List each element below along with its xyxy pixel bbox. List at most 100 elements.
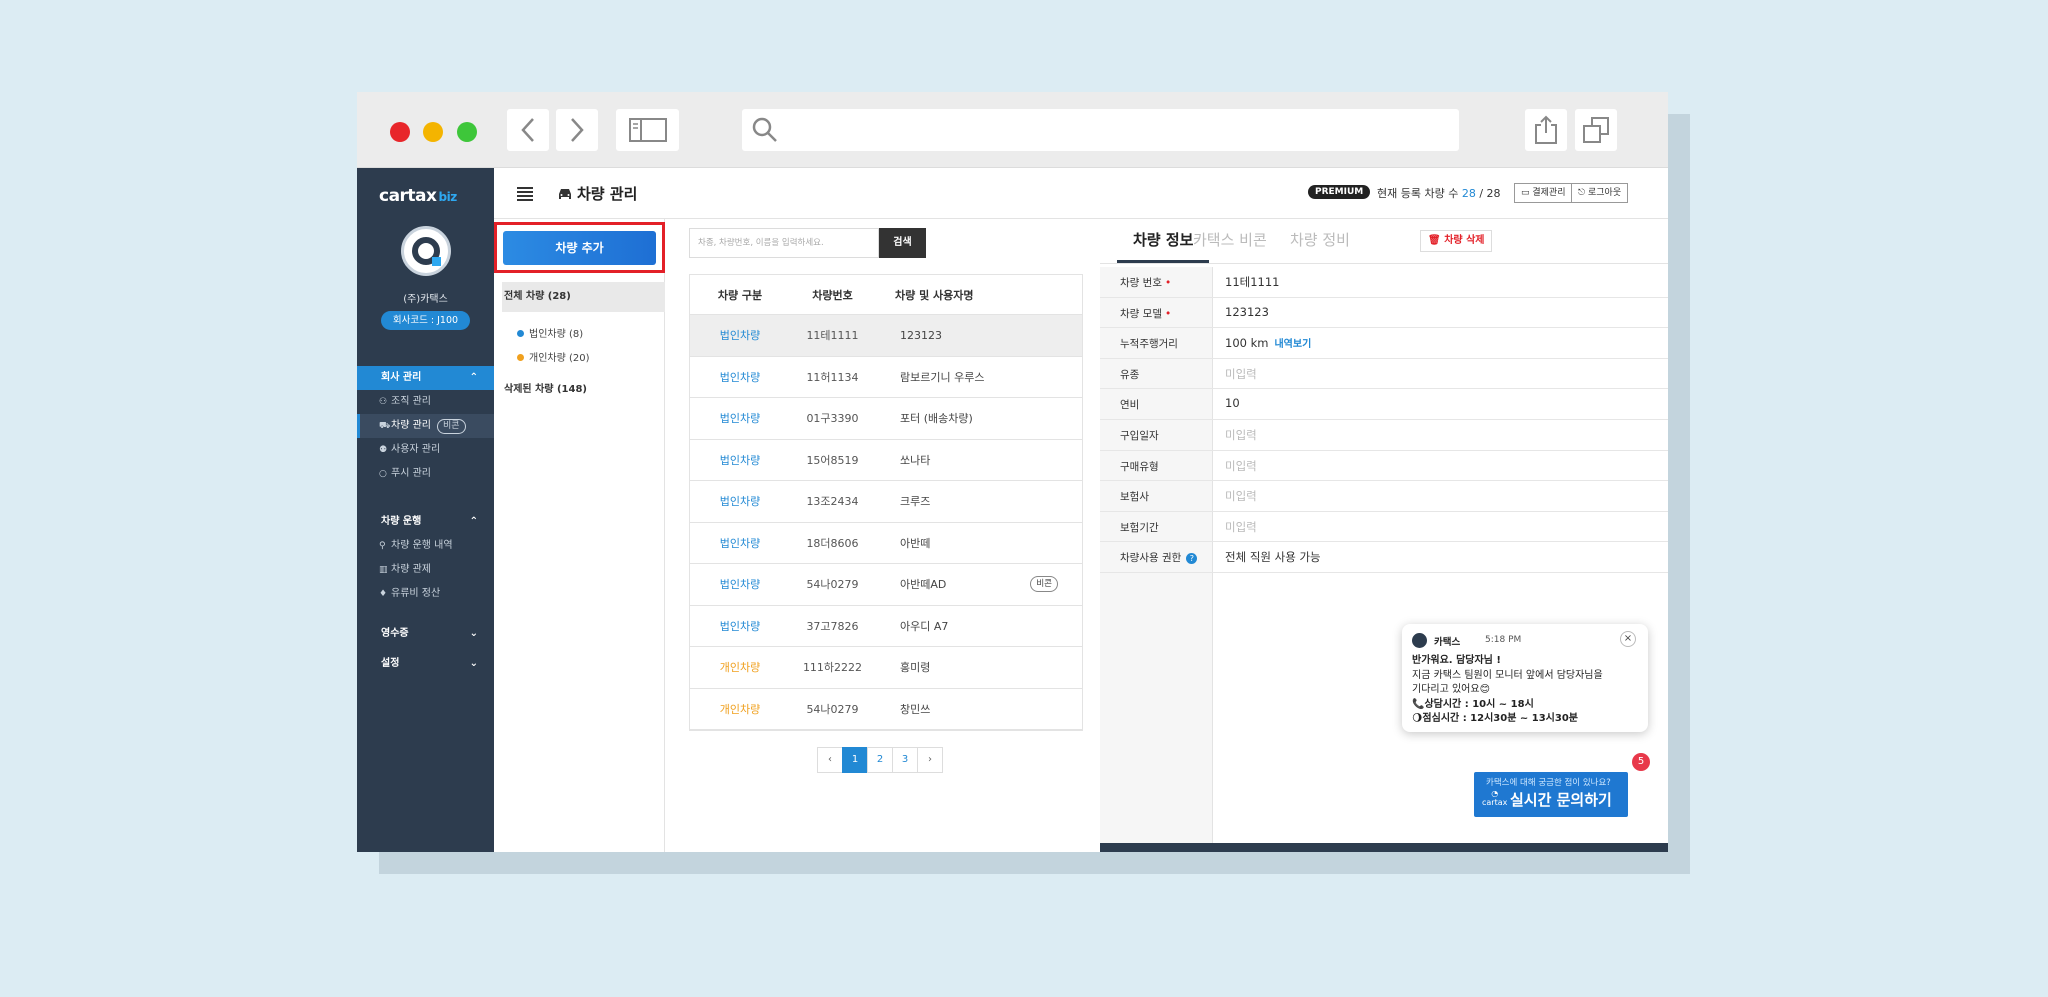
next-page-button[interactable]: ›	[917, 747, 943, 773]
detail-label: 유종	[1120, 367, 1139, 382]
add-vehicle-button[interactable]: 차량 추가	[503, 231, 656, 265]
live-chat-caption: 카택스에 대해 궁금한 점이 있나요?	[1486, 778, 1611, 788]
filter-corporate[interactable]: 법인차량 (8)	[517, 325, 583, 340]
sidebar-item-fuel[interactable]: ♦ 유류비 정산	[357, 582, 494, 606]
vehicle-type: 법인차량	[719, 536, 761, 550]
minimize-window-button[interactable]	[423, 122, 443, 142]
detail-value[interactable]: 123123	[1225, 305, 1269, 319]
menu-group-label: 차량 운행	[381, 516, 422, 527]
table-row[interactable]: 법인차량 37고7826 아우디 A7	[690, 606, 1082, 647]
vehicle-plate: 11테1111	[806, 329, 859, 343]
detail-value-text: 미입력	[1225, 428, 1257, 442]
sidebar-icon	[628, 118, 667, 142]
chat-line: 지금 카택스 팀원이 모니터 앞에서 담당자님을	[1412, 669, 1603, 681]
detail-value[interactable]: 미입력	[1225, 427, 1257, 443]
vehicle-detail-pane: 차량 정보 카택스 비콘 차량 정비 🗑 차량 삭제 차량 번호 • 11테1111…	[1090, 219, 1668, 852]
menu-group-receipts[interactable]: 영수증 ⌄	[357, 622, 494, 646]
forward-button[interactable]	[556, 109, 598, 151]
table-row[interactable]: 법인차량 18더8606 아반떼	[690, 523, 1082, 564]
detail-value-text: 10	[1225, 396, 1240, 411]
sidebar-item-driving-log[interactable]: ⚲ 차량 운행 내역	[357, 534, 494, 558]
detail-value[interactable]: 11테1111	[1225, 274, 1279, 290]
address-bar[interactable]	[742, 109, 1459, 151]
org-icon: ⚇	[379, 397, 388, 407]
table-row[interactable]: 법인차량 13조2434 크루즈	[690, 481, 1082, 523]
share-button[interactable]	[1525, 109, 1567, 151]
filter-personal[interactable]: 개인차량 (20)	[517, 349, 590, 364]
search-button[interactable]: 검색	[879, 228, 926, 258]
chat-icon: ○	[379, 469, 387, 479]
table-row[interactable]: 법인차량 01구3390 포터 (배송차량)	[690, 398, 1082, 440]
filter-deleted[interactable]: 삭제된 차량 (148)	[504, 380, 587, 395]
detail-value[interactable]: 10	[1225, 396, 1240, 410]
detail-value-text: 123123	[1225, 304, 1269, 319]
menu-icon[interactable]	[517, 187, 533, 201]
registered-count-current: 28	[1461, 187, 1476, 200]
table-row[interactable]: 법인차량 11테1111 123123	[690, 315, 1082, 357]
vehicle-table: 차량 구분 차량번호 차량 및 사용자명 법인차량 11테1111 123123 법인…	[689, 274, 1083, 731]
live-chat-button[interactable]: 카택스에 대해 궁금한 점이 있나요? ◔ cartax 실시간 문의하기	[1474, 772, 1628, 817]
help-icon[interactable]: ?	[1186, 553, 1198, 565]
avatar-logo-icon	[412, 237, 441, 266]
detail-value[interactable]: 전체 직원 사용 가능	[1225, 549, 1321, 565]
tab-beacon[interactable]: 카택스 비콘	[1193, 225, 1267, 263]
sidebar-item-label: 조직 관리	[391, 396, 431, 407]
sidebar-item-users[interactable]: ⚉ 사용자 관리	[357, 438, 494, 462]
tab-maintenance[interactable]: 차량 정비	[1290, 225, 1350, 263]
share-icon	[1535, 115, 1557, 144]
chevron-left-icon	[521, 118, 534, 142]
sidebar-item-org[interactable]: ⚇ 조직 관리	[357, 390, 494, 414]
logo-text: cartax	[379, 186, 437, 206]
detail-value[interactable]: 100 km 내역보기	[1225, 335, 1311, 350]
car-icon: ⛟	[379, 421, 391, 431]
menu-group-settings[interactable]: 설정 ⌄	[357, 652, 494, 676]
menu-group-driving[interactable]: 차량 운행 ⌃	[357, 510, 494, 534]
prev-page-button[interactable]: ‹	[817, 747, 843, 773]
maximize-window-button[interactable]	[457, 122, 477, 142]
vehicle-search-input[interactable]: 차종, 차량번호, 이름을 입력하세요.	[689, 228, 879, 258]
page-2-button[interactable]: 2	[867, 747, 893, 773]
detail-label: 보험사	[1120, 489, 1149, 504]
vehicle-name: 아반떼AD	[900, 578, 947, 592]
close-window-button[interactable]	[390, 122, 410, 142]
chat-line: 반가워요. 담당자님 !	[1412, 655, 1501, 666]
detail-value[interactable]: 미입력	[1225, 366, 1257, 382]
table-row[interactable]: 개인차량 111하2222 홍미령	[690, 647, 1082, 689]
table-row[interactable]: 법인차량 54나0279 아반떼AD 비콘	[690, 564, 1082, 606]
table-row[interactable]: 개인차량 54나0279 창민쓰	[690, 689, 1082, 730]
delete-vehicle-button[interactable]: 🗑 차량 삭제	[1420, 230, 1493, 252]
page-3-button[interactable]: 3	[892, 747, 918, 773]
detail-value[interactable]: 미입력	[1225, 488, 1257, 504]
sidebar-item-push[interactable]: ○ 푸시 관리	[357, 462, 494, 486]
history-link[interactable]: 내역보기	[1274, 339, 1311, 350]
personal-dot	[517, 354, 524, 361]
detail-label-text: 유종	[1120, 368, 1140, 381]
chat-popup[interactable]: 카택스 5:18 PM × 반가워요. 담당자님 ! 지금 카택스 팀원이 모니…	[1402, 624, 1648, 732]
detail-value-text: 미입력	[1225, 489, 1257, 504]
column-plate: 차량번호	[812, 288, 853, 302]
back-button[interactable]	[507, 109, 549, 151]
sidebar-item-vehicles[interactable]: ⛟차량 관리 비콘	[357, 414, 494, 438]
chevron-down-icon: ⌄	[469, 658, 478, 669]
logout-button[interactable]: ⎋ 로그아웃	[1571, 183, 1629, 203]
close-icon[interactable]: ×	[1620, 631, 1636, 647]
menu-group-company[interactable]: 회사 관리 ⌃	[357, 366, 494, 390]
billing-button[interactable]: ▭ 결제관리	[1514, 183, 1573, 203]
detail-value[interactable]: 미입력	[1225, 458, 1257, 474]
cartax-logo[interactable]: cartax biz	[379, 186, 457, 206]
page-1-button[interactable]: 1	[842, 747, 868, 773]
sidebar-toggle-button[interactable]	[616, 109, 679, 151]
detail-value[interactable]: 미입력	[1225, 519, 1257, 535]
logout-icon: ⎋	[1578, 188, 1588, 198]
filter-all-vehicles[interactable]: 전체 차량 (28)	[502, 282, 665, 312]
tabs-button[interactable]	[1575, 109, 1617, 151]
detail-label: 구매유형	[1120, 459, 1159, 474]
sidebar-item-tracking[interactable]: ▥ 차량 관제	[357, 558, 494, 582]
detail-row: 유종 미입력	[1100, 359, 1668, 390]
detail-label: 보험기간	[1120, 520, 1159, 535]
table-row[interactable]: 법인차량 15어8519 쏘나타	[690, 440, 1082, 481]
detail-label-text: 차량 모델	[1120, 307, 1162, 320]
detail-value-text: 11테1111	[1225, 275, 1280, 289]
table-row[interactable]: 법인차량 11허1134 람보르기니 우루스	[690, 357, 1082, 398]
vehicle-name: 홍미령	[900, 661, 931, 675]
